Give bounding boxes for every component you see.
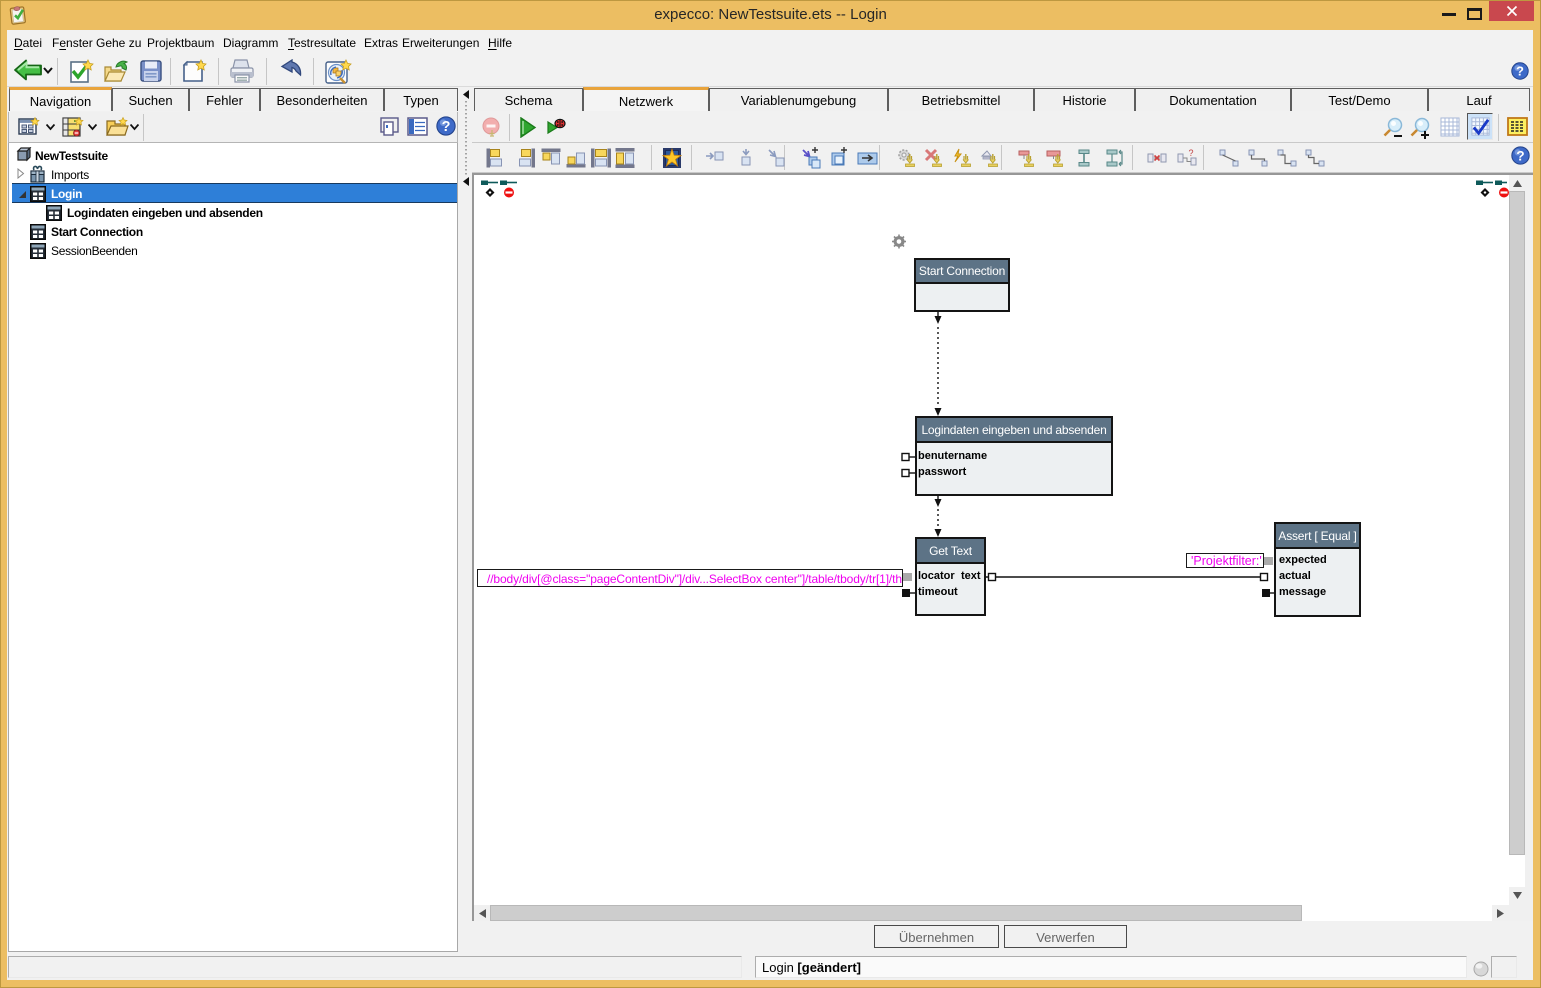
svg-text:?: ? — [442, 119, 451, 135]
svg-text:?: ? — [1516, 64, 1524, 79]
svg-text:?: ? — [1516, 148, 1524, 163]
svg-text:?: ? — [1189, 148, 1194, 158]
